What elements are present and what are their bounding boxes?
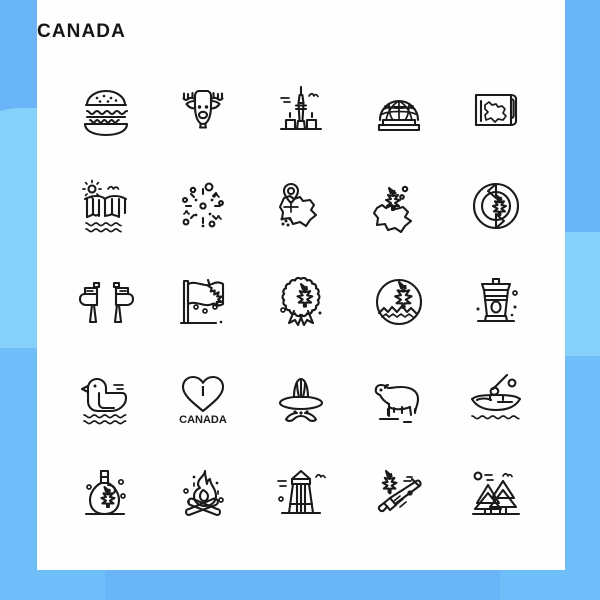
icon-cell-maple-leaf-badge-icon[interactable] — [350, 254, 448, 350]
canoe-paddle-icon — [471, 373, 522, 420]
biosphere-dome-icon — [377, 100, 420, 132]
i-love-canada-icon: I CANADA — [180, 375, 228, 426]
icon-cell-coffee-cup-icon[interactable] — [447, 254, 545, 350]
canada-flag-icon — [180, 278, 225, 325]
mountie-hat-icon — [278, 377, 324, 422]
canada-map-scroll-icon — [475, 93, 518, 127]
page-title: CANADA — [37, 21, 126, 42]
maple-syrup-bottle-icon — [84, 469, 126, 516]
icon-cell-biosphere-dome-icon[interactable] — [350, 62, 448, 158]
trumpet-leaf-icon — [377, 469, 422, 513]
map-pin-canada-icon — [278, 182, 318, 228]
poster-canvas: CANADA I CANADA — [0, 0, 600, 600]
icon-cell-canada-map-scroll-icon[interactable] — [447, 62, 545, 158]
icon-cell-canada-flag-icon[interactable] — [155, 254, 253, 350]
icon-cell-canada-map-leaf-icon[interactable] — [350, 158, 448, 254]
icon-cell-duck-water-icon[interactable] — [57, 350, 155, 446]
totem-tower-icon — [277, 469, 326, 515]
icon-cell-map-pin-canada-icon[interactable] — [252, 158, 350, 254]
icon-cell-maple-leaf-arrows-icon[interactable] — [447, 158, 545, 254]
pine-trees-icon — [472, 471, 521, 516]
icon-cell-maple-syrup-bottle-icon[interactable] — [57, 446, 155, 542]
icon-cell-i-love-canada-icon[interactable]: I CANADA — [155, 350, 253, 446]
icon-cell-mountie-hat-icon[interactable] — [252, 350, 350, 446]
two-axes-icon — [78, 281, 134, 324]
icon-cell-moose-head-icon[interactable] — [155, 62, 253, 158]
fireworks-icon — [182, 182, 225, 228]
icon-grid: I CANADA — [57, 62, 545, 542]
icon-cell-pine-trees-icon[interactable] — [447, 446, 545, 542]
icon-cell-canoe-paddle-icon[interactable] — [447, 350, 545, 446]
duck-water-icon — [80, 377, 127, 425]
moose-head-icon — [182, 89, 224, 129]
maple-leaf-badge-icon — [375, 278, 422, 326]
icon-cell-campfire-icon[interactable] — [155, 446, 253, 542]
maple-leaf-arrows-icon — [473, 182, 520, 230]
icon-cell-trumpet-leaf-icon[interactable] — [350, 446, 448, 542]
icon-cell-two-axes-icon[interactable] — [57, 254, 155, 350]
icon-cell-maple-leaf-award-icon[interactable] — [252, 254, 350, 350]
coffee-cup-icon — [476, 277, 519, 323]
polar-bear-icon — [374, 383, 419, 424]
campfire-icon — [183, 469, 225, 517]
heart-letter: I — [201, 383, 205, 400]
icon-cell-fireworks-icon[interactable] — [155, 158, 253, 254]
canada-map-leaf-icon — [372, 185, 412, 234]
icon-cell-cn-tower-icon[interactable] — [252, 62, 350, 158]
icon-cell-waterfall-icon[interactable] — [57, 158, 155, 254]
icon-cell-polar-bear-icon[interactable] — [350, 350, 448, 446]
cn-tower-icon — [279, 85, 323, 131]
icon-cell-totem-tower-icon[interactable] — [252, 446, 350, 542]
maple-leaf-award-icon — [280, 276, 322, 327]
heart-caption: CANADA — [180, 414, 228, 426]
burger-icon — [83, 89, 128, 137]
icon-cell-burger-icon[interactable] — [57, 62, 155, 158]
waterfall-icon — [81, 179, 127, 233]
